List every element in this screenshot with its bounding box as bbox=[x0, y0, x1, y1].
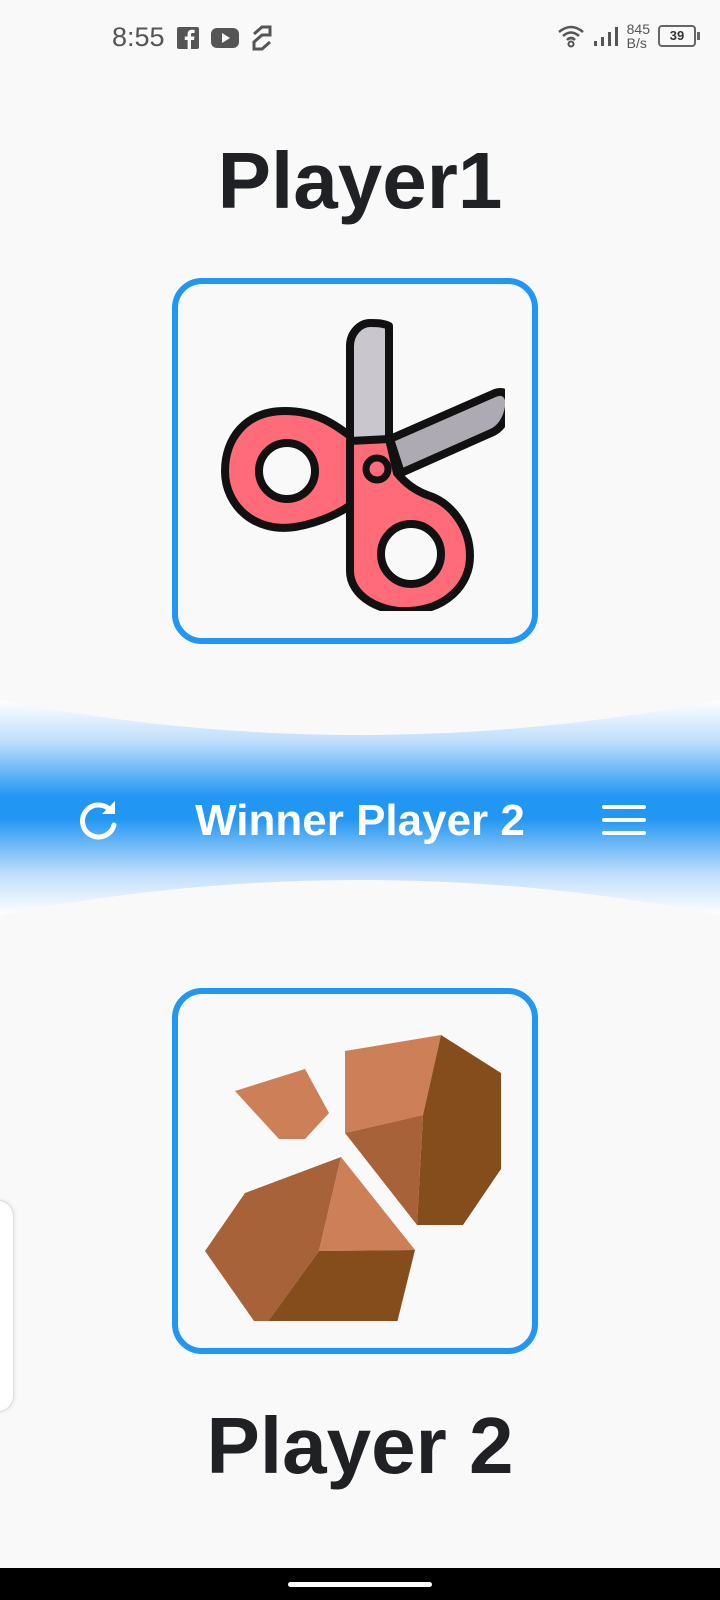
player2-choice-card bbox=[172, 988, 538, 1354]
wifi-icon bbox=[557, 25, 584, 48]
app-notification-icon bbox=[252, 25, 272, 51]
youtube-icon bbox=[211, 28, 239, 48]
player1-title: Player1 bbox=[217, 136, 503, 225]
battery-icon: 39 bbox=[658, 25, 700, 47]
menu-icon bbox=[602, 805, 646, 835]
status-time: 8:55 bbox=[112, 22, 165, 52]
battery-level: 39 bbox=[669, 28, 685, 43]
status-bar: 8:55 845 B/s 39 bbox=[0, 0, 720, 80]
signal-icon bbox=[593, 27, 618, 46]
network-speed: 845 B/s bbox=[627, 22, 650, 50]
edge-panel-handle[interactable] bbox=[0, 1200, 14, 1412]
rock-icon bbox=[205, 1035, 501, 1321]
player1-choice-card bbox=[172, 278, 538, 644]
player2-title: Player 2 bbox=[206, 1401, 514, 1490]
menu-button[interactable] bbox=[594, 792, 654, 848]
system-icons: 845 B/s 39 bbox=[557, 22, 700, 50]
facebook-icon bbox=[177, 27, 199, 49]
result-bar: Winner Player 2 bbox=[0, 770, 720, 870]
network-speed-unit: B/s bbox=[626, 35, 647, 51]
scissors-icon bbox=[221, 319, 505, 611]
notification-icons bbox=[176, 24, 274, 52]
navigation-bar bbox=[0, 1568, 720, 1600]
network-speed-value: 845 bbox=[626, 21, 650, 37]
home-indicator[interactable] bbox=[288, 1582, 432, 1587]
